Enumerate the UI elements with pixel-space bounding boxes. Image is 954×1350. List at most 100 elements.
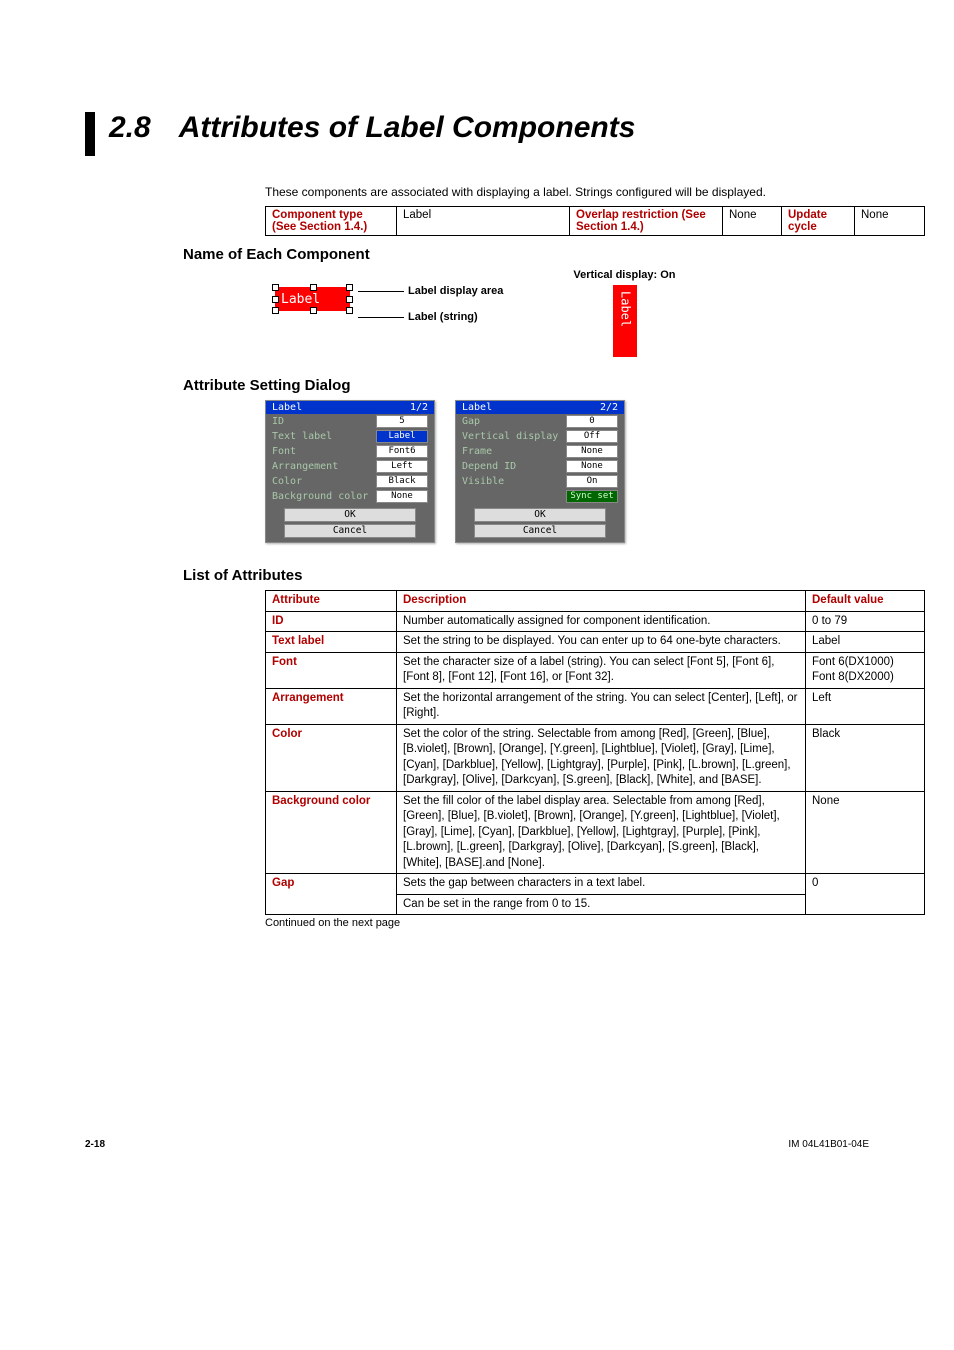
attr-desc: Set the horizontal arrangement of the st… <box>397 688 806 724</box>
attr-desc: Set the fill color of the label display … <box>397 791 806 874</box>
callout-display-area: Label display area <box>408 285 503 297</box>
resize-handle <box>272 284 279 291</box>
attr-default: Left <box>806 688 925 724</box>
dlg-value[interactable]: Black <box>376 475 428 488</box>
continued-note: Continued on the next page <box>265 917 869 929</box>
dialog-page: 2/2 <box>600 402 618 413</box>
dlg-label: Frame <box>462 446 492 457</box>
section-title: 2.8 Attributes of Label Components <box>85 110 869 156</box>
resize-handle <box>272 307 279 314</box>
attr-name: Background color <box>266 791 397 874</box>
ok-button[interactable]: OK <box>474 508 606 522</box>
dialog-page: 1/2 <box>410 402 428 413</box>
attr-desc: Set the color of the string. Selectable … <box>397 724 806 791</box>
info-overlap-value: None <box>723 207 782 236</box>
resize-handle <box>346 307 353 314</box>
dlg-label: ID <box>272 416 284 427</box>
dlg-value[interactable]: Left <box>376 460 428 473</box>
attr-default: Label <box>806 632 925 653</box>
attr-desc: Set the string to be displayed. You can … <box>397 632 806 653</box>
dlg-label: Depend ID <box>462 461 516 472</box>
section-number: 2.8 <box>109 110 151 146</box>
heading-list: List of Attributes <box>183 567 869 584</box>
dlg-label: Font <box>272 446 296 457</box>
dlg-label: Vertical display <box>462 431 558 442</box>
resize-handle <box>346 284 353 291</box>
dlg-value[interactable]: 5 <box>376 415 428 428</box>
heading-name: Name of Each Component <box>183 246 869 263</box>
cancel-button[interactable]: Cancel <box>284 524 416 538</box>
vertical-label-text: Label <box>618 291 632 327</box>
attr-desc: Number automatically assigned for compon… <box>397 611 806 632</box>
page-number: 2-18 <box>85 1139 105 1150</box>
info-component-type-label: Component type (See Section 1.4.) <box>266 207 397 236</box>
attribute-dialog-2: Label 2/2 Gap 0 Vertical display Off Frame… <box>455 400 625 543</box>
table-row: Background color Set the fill color of t… <box>266 791 925 874</box>
table-row: Font Set the character size of a label (… <box>266 652 925 688</box>
attr-default: Font 6(DX1000) Font 8(DX2000) <box>806 652 925 688</box>
table-row: Arrangement Set the horizontal arrangeme… <box>266 688 925 724</box>
attr-desc: Sets the gap between characters in a tex… <box>397 874 806 895</box>
attr-name: ID <box>266 611 397 632</box>
table-row: Color Set the color of the string. Selec… <box>266 724 925 791</box>
dlg-value[interactable]: None <box>376 490 428 503</box>
attr-default: 0 <box>806 874 925 895</box>
cancel-button[interactable]: Cancel <box>474 524 606 538</box>
callout-line <box>358 291 404 292</box>
table-row: Can be set in the range from 0 to 15. <box>266 894 925 915</box>
label-display-area: Label <box>275 287 350 311</box>
info-update-value: None <box>855 207 925 236</box>
intro-text: These components are associated with dis… <box>265 184 869 200</box>
table-row: Gap Sets the gap between characters in a… <box>266 874 925 895</box>
dlg-value[interactable]: Label <box>376 430 428 443</box>
section-heading: Attributes of Label Components <box>179 110 636 146</box>
table-row: Text label Set the string to be displaye… <box>266 632 925 653</box>
heading-dialog: Attribute Setting Dialog <box>183 377 869 394</box>
attr-name: Gap <box>266 874 397 895</box>
sync-set-button[interactable]: Sync set <box>566 490 618 503</box>
dlg-label: Gap <box>462 416 480 427</box>
dlg-value[interactable]: On <box>566 475 618 488</box>
dlg-label: Arrangement <box>272 461 338 472</box>
dlg-label: Text label <box>272 431 332 442</box>
label-string: Label <box>281 292 320 307</box>
vertical-caption: Vertical display: On <box>573 269 677 281</box>
info-overlap-label: Overlap restriction (See Section 1.4.) <box>570 207 723 236</box>
dialog-title: Label <box>462 402 492 413</box>
dlg-label: Visible <box>462 476 504 487</box>
resize-handle <box>346 296 353 303</box>
dlg-label: Color <box>272 476 302 487</box>
attr-default: 0 to 79 <box>806 611 925 632</box>
col-description: Description <box>397 591 806 612</box>
component-info-table: Component type (See Section 1.4.) Label … <box>265 206 925 236</box>
doc-id: IM 04L41B01-04E <box>788 1139 869 1150</box>
info-update-label: Update cycle <box>782 207 855 236</box>
vertical-label-box: Label <box>613 285 637 357</box>
col-attribute: Attribute <box>266 591 397 612</box>
resize-handle <box>272 296 279 303</box>
attr-name: Font <box>266 652 397 688</box>
dlg-value[interactable]: None <box>566 460 618 473</box>
dlg-value[interactable]: None <box>566 445 618 458</box>
attr-default: None <box>806 791 925 874</box>
dlg-value[interactable]: Font6 <box>376 445 428 458</box>
attr-desc-extra: Can be set in the range from 0 to 15. <box>397 894 806 915</box>
attr-name: Arrangement <box>266 688 397 724</box>
callout-line <box>358 317 404 318</box>
attribute-dialog-1: Label 1/2 ID5 Text labelLabel FontFont6 … <box>265 400 435 543</box>
callout-label-string: Label (string) <box>408 311 478 323</box>
dlg-value[interactable]: 0 <box>566 415 618 428</box>
ok-button[interactable]: OK <box>284 508 416 522</box>
resize-handle <box>310 307 317 314</box>
col-default: Default value <box>806 591 925 612</box>
attributes-table: Attribute Description Default value ID N… <box>265 590 925 915</box>
page-footer: 2-18 IM 04L41B01-04E <box>85 1139 869 1150</box>
resize-handle <box>310 284 317 291</box>
attr-name: Color <box>266 724 397 791</box>
dialog-title: Label <box>272 402 302 413</box>
title-bar <box>85 112 95 156</box>
attr-default: Black <box>806 724 925 791</box>
attr-desc: Set the character size of a label (strin… <box>397 652 806 688</box>
dlg-value[interactable]: Off <box>566 430 618 443</box>
info-component-type-value: Label <box>397 207 570 236</box>
